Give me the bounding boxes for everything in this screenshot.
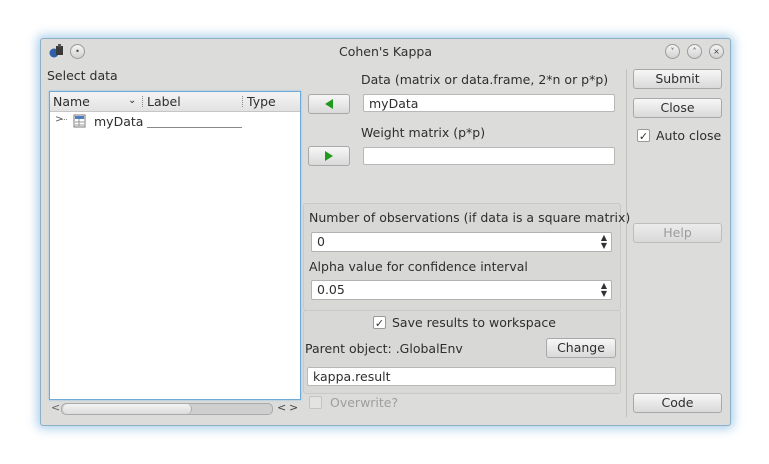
save-results-label[interactable]: Save results to workspace bbox=[392, 315, 556, 330]
left-arrow-icon bbox=[325, 99, 333, 109]
row-name: myData bbox=[94, 114, 144, 129]
observations-label: Number of observations (if data is a squ… bbox=[309, 210, 631, 225]
spin-arrows-icon[interactable]: ▲ ▼ bbox=[601, 282, 607, 298]
weight-field-label: Weight matrix (p*p) bbox=[361, 125, 486, 140]
row-label-underline bbox=[147, 127, 242, 128]
object-name-input[interactable]: kappa.result bbox=[307, 367, 616, 386]
scroll-track[interactable] bbox=[61, 403, 273, 415]
column-name[interactable]: Name bbox=[53, 94, 90, 109]
data-frame-icon bbox=[73, 114, 86, 128]
scroll-left-end-icon[interactable]: < bbox=[277, 401, 286, 414]
right-arrow-icon bbox=[325, 151, 333, 161]
auto-close-label[interactable]: Auto close bbox=[656, 128, 721, 143]
auto-close-checkbox[interactable]: ✓ bbox=[637, 129, 650, 143]
add-weight-arrow-button[interactable] bbox=[308, 146, 350, 166]
close-window-button[interactable]: × bbox=[709, 44, 724, 59]
select-data-label: Select data bbox=[47, 68, 118, 83]
right-panel-divider bbox=[626, 69, 627, 417]
maximize-button[interactable]: ˄ bbox=[687, 44, 702, 59]
minimize-button[interactable]: ˅ bbox=[665, 44, 680, 59]
change-button[interactable]: Change bbox=[546, 338, 616, 358]
overwrite-label: Overwrite? bbox=[330, 395, 399, 410]
overwrite-checkbox[interactable] bbox=[309, 396, 322, 409]
add-data-arrow-button[interactable] bbox=[308, 94, 350, 114]
alpha-spinbox[interactable]: 0.05 ▲ ▼ bbox=[311, 280, 612, 300]
window-title: Cohen's Kappa bbox=[339, 44, 432, 59]
column-label[interactable]: Label bbox=[147, 94, 181, 109]
observations-value: 0 bbox=[317, 234, 325, 249]
help-button[interactable]: Help bbox=[633, 223, 722, 243]
horizontal-scrollbar[interactable]: < < > bbox=[49, 401, 299, 415]
data-input[interactable]: myData bbox=[363, 94, 615, 112]
submit-button[interactable]: Submit bbox=[633, 69, 722, 89]
sort-chevron-icon[interactable]: ⌄ bbox=[128, 95, 136, 106]
column-header: Name ⌄ Label Type bbox=[50, 92, 300, 112]
spin-arrows-icon[interactable]: ▲ ▼ bbox=[601, 234, 607, 250]
save-results-checkbox[interactable]: ✓ bbox=[373, 316, 386, 330]
weight-input[interactable] bbox=[363, 147, 615, 165]
title-bar[interactable]: • Cohen's Kappa ˅ ˄ × bbox=[41, 39, 730, 64]
data-field-label: Data (matrix or data.frame, 2*n or p*p) bbox=[361, 72, 609, 87]
close-button[interactable]: Close bbox=[633, 98, 722, 118]
scroll-thumb[interactable] bbox=[63, 404, 192, 414]
list-item[interactable]: > myData bbox=[50, 113, 300, 130]
parent-object-label: Parent object: .GlobalEnv bbox=[305, 341, 463, 356]
code-button[interactable]: Code bbox=[633, 393, 722, 413]
scroll-right-icon[interactable]: > bbox=[289, 401, 298, 414]
alpha-value: 0.05 bbox=[317, 282, 345, 297]
alpha-label: Alpha value for confidence interval bbox=[309, 259, 528, 274]
scroll-left-icon[interactable]: < bbox=[51, 401, 60, 414]
observations-spinbox[interactable]: 0 ▲ ▼ bbox=[311, 232, 612, 252]
dialog-window: • Cohen's Kappa ˅ ˄ × Select data Name ⌄… bbox=[40, 38, 731, 426]
object-browser[interactable]: Name ⌄ Label Type > myData bbox=[49, 91, 301, 400]
column-type[interactable]: Type bbox=[247, 94, 276, 109]
